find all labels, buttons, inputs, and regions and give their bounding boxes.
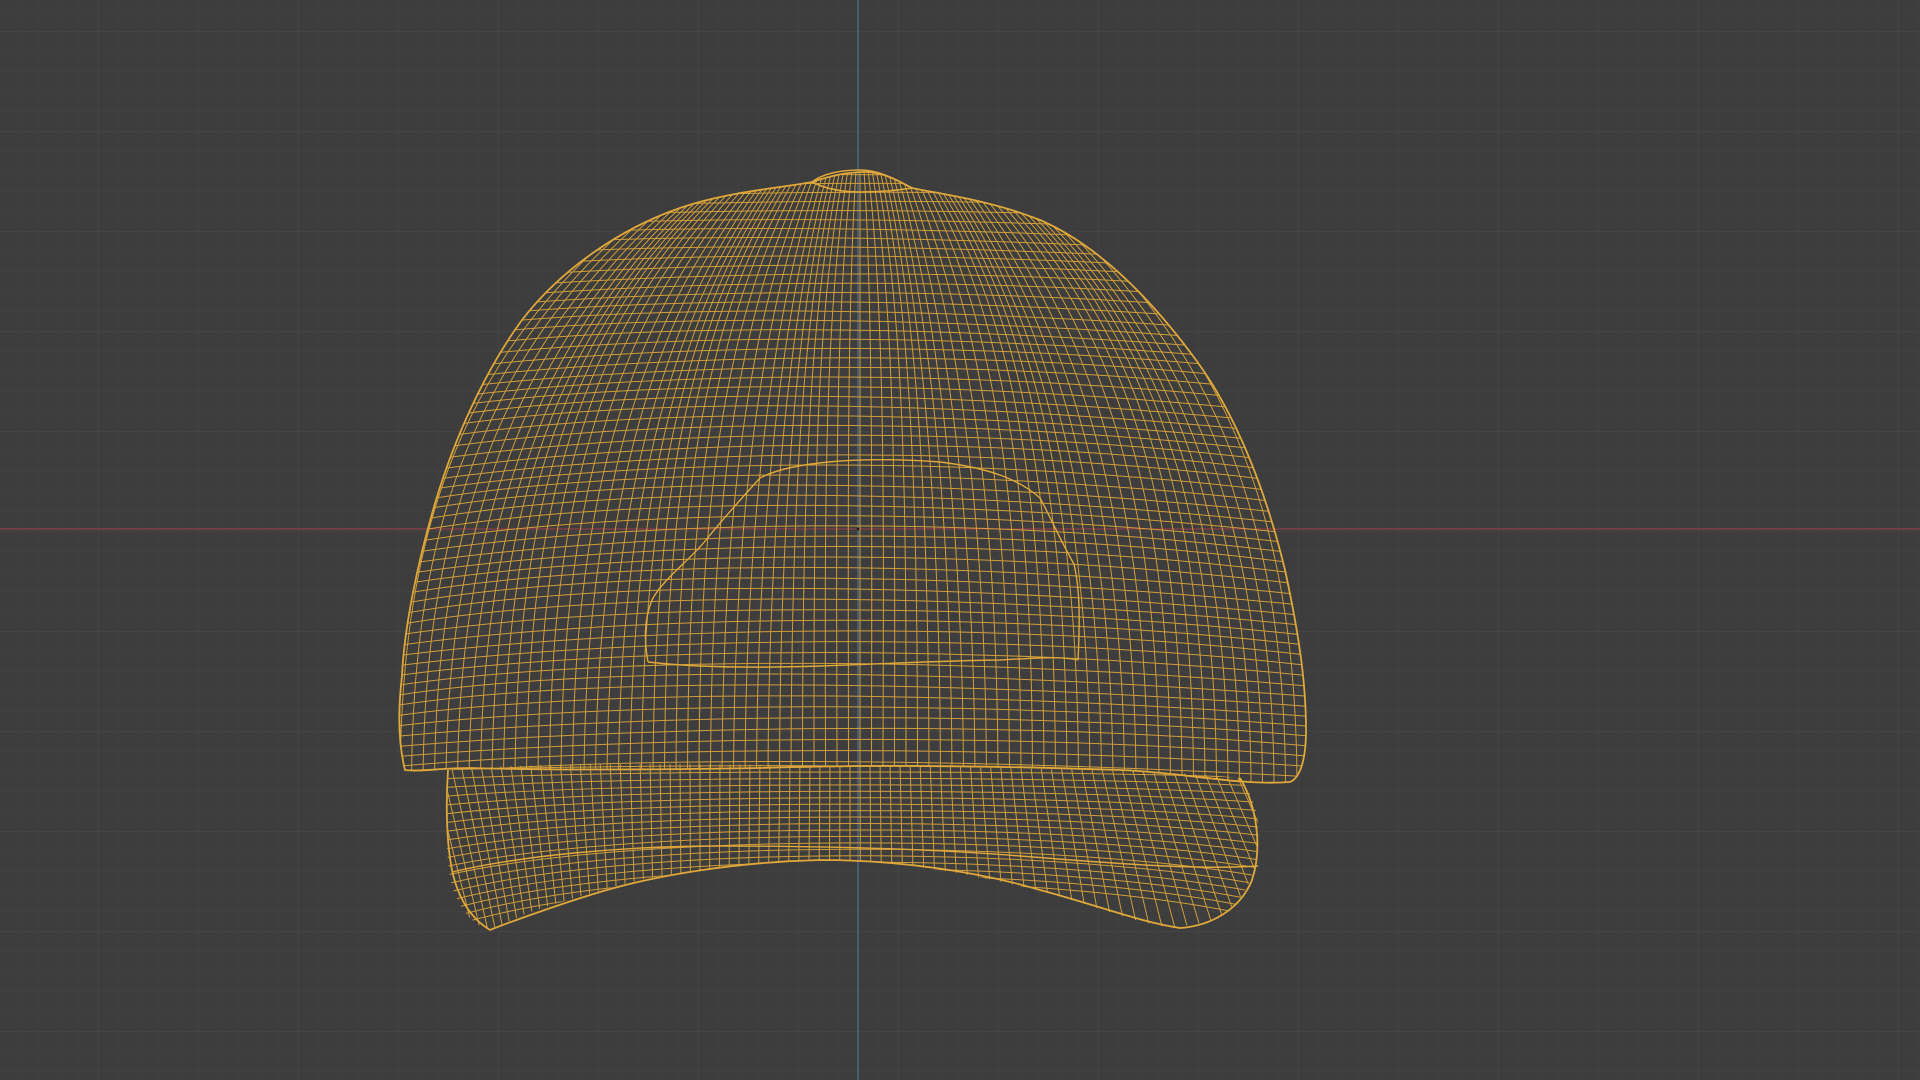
viewport-canvas[interactable] — [0, 0, 1920, 1080]
grid-major — [0, 0, 1920, 1080]
3d-viewport[interactable] — [0, 0, 1920, 1080]
origin-point — [856, 527, 860, 531]
